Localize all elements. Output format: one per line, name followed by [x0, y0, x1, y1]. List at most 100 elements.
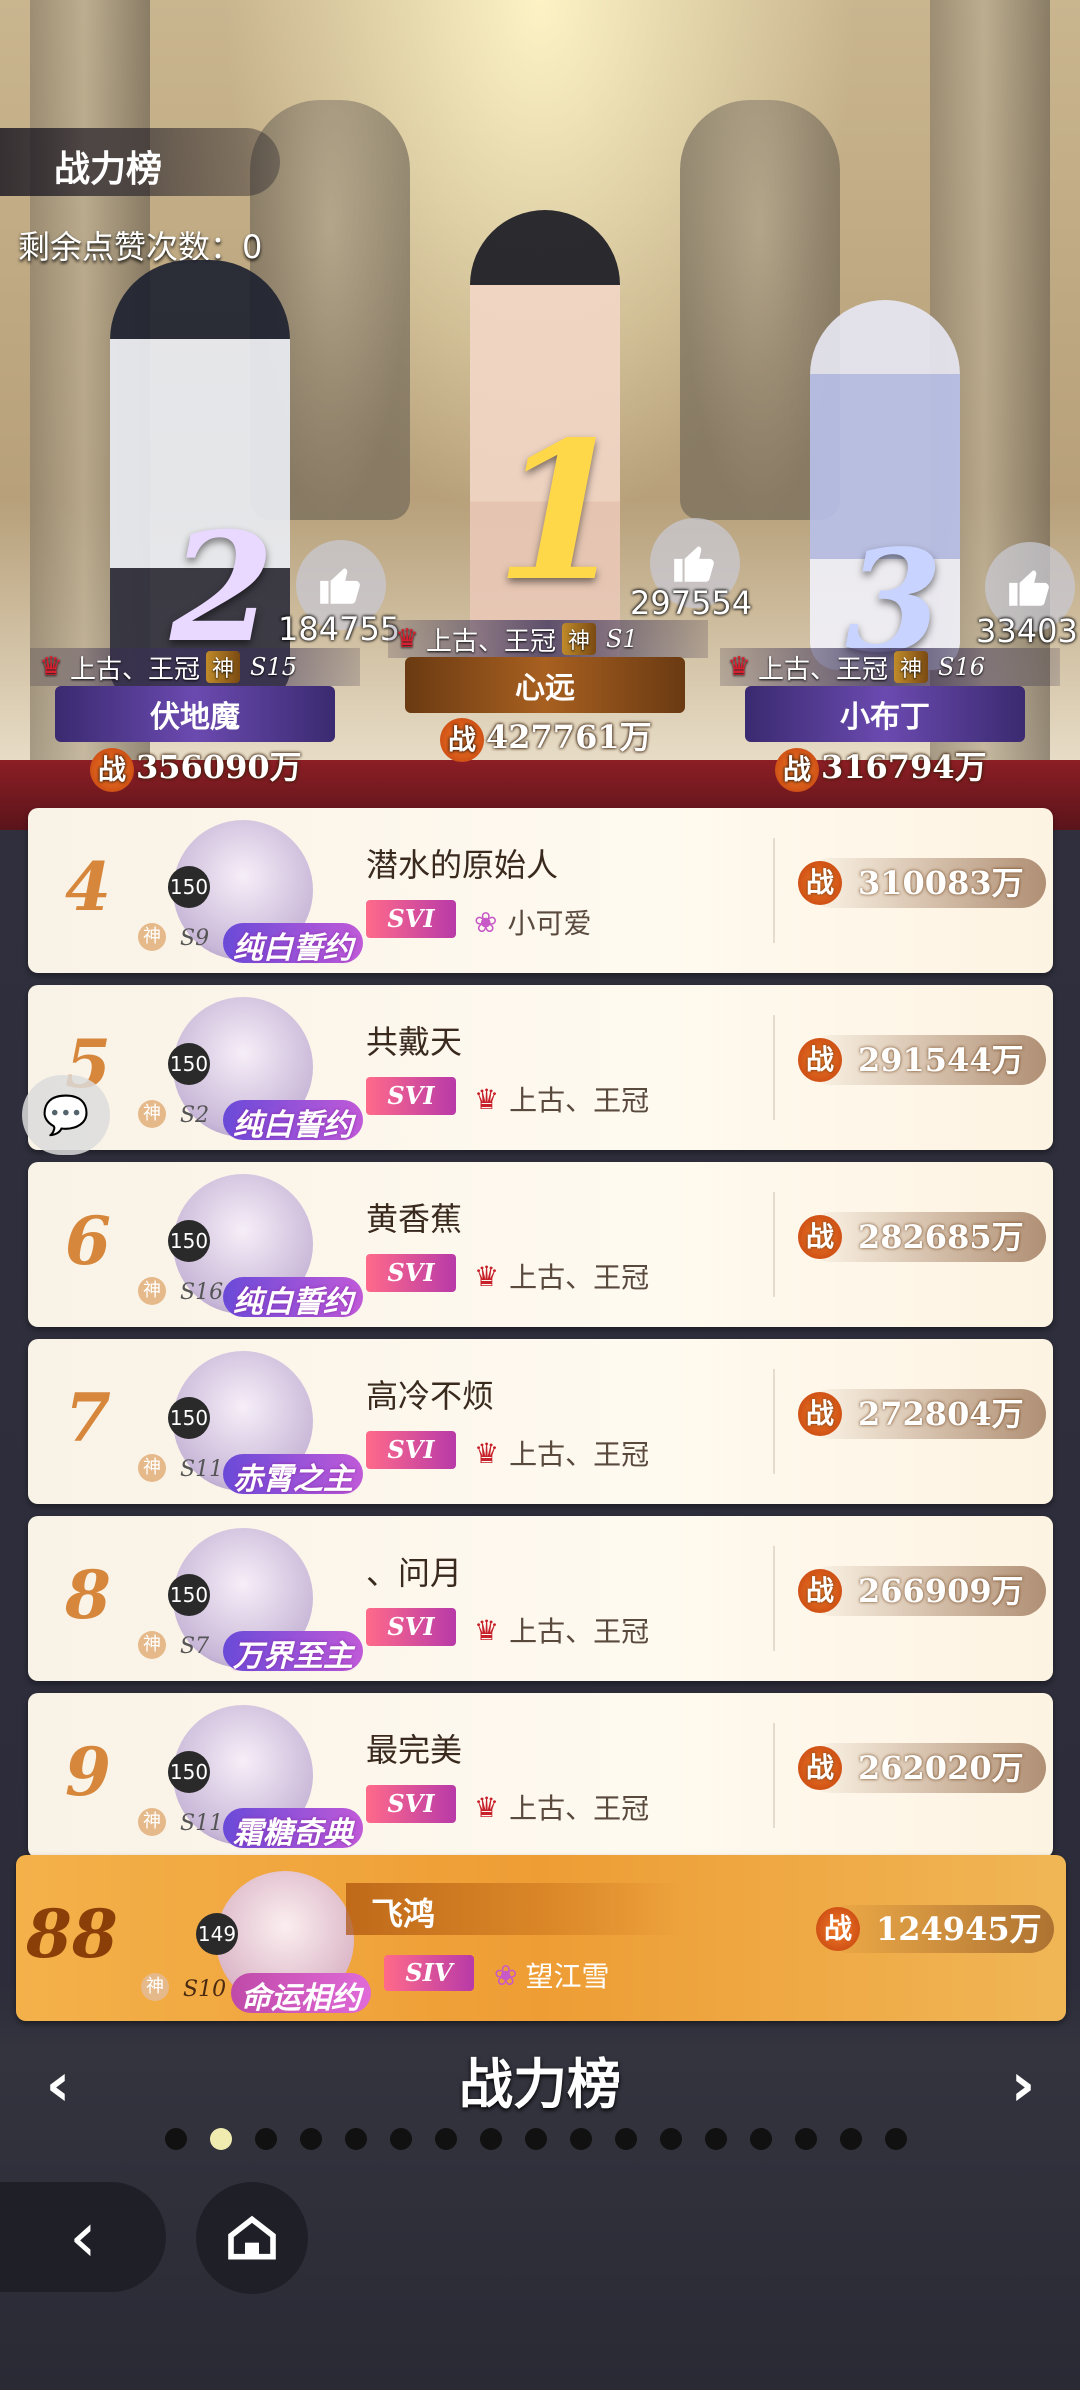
page-dot[interactable] — [435, 2128, 457, 2150]
row-rank: 4 — [65, 848, 111, 926]
back-arrow-icon: ‹ — [69, 2196, 97, 2278]
board-title: 战力榜 — [459, 2053, 621, 2116]
page-dot[interactable] — [840, 2128, 862, 2150]
player-name: 黄香蕉 — [366, 1200, 463, 1238]
player-power: 战 282685万 — [798, 1212, 1046, 1262]
page-dot[interactable] — [660, 2128, 682, 2150]
row-divider — [773, 1192, 775, 1297]
power-value: 310083万 — [858, 864, 1024, 902]
power-badge-icon: 战 — [798, 1569, 842, 1613]
god-tag: 神 — [138, 1631, 166, 1659]
chat-icon: 💬 — [42, 1092, 90, 1137]
god-tag: 神 — [138, 1808, 166, 1836]
guild-name: 上古、王冠 — [758, 654, 889, 685]
power-value: 282685万 — [858, 1218, 1024, 1256]
power-badge-icon: 战 — [798, 861, 842, 905]
chat-bubble-button[interactable]: 💬 — [22, 1075, 110, 1155]
power-value: 124945万 — [876, 1910, 1042, 1948]
page-dot[interactable] — [165, 2128, 187, 2150]
player-power: 战 291544万 — [798, 1035, 1046, 1085]
server-tag: S9 — [180, 926, 210, 951]
page-indicator — [165, 2128, 907, 2150]
vip-badge: SVI — [366, 1608, 456, 1646]
player-guild: ❀ 小可爱 — [474, 902, 591, 942]
name-plate-rank-1[interactable]: 心远 — [405, 657, 685, 713]
name-plate-rank-3[interactable]: 小布丁 — [745, 686, 1025, 742]
guild-name: 上古、王冠 — [509, 1084, 650, 1117]
crown-icon: ♛ — [39, 652, 63, 682]
power-value: 316794万 — [821, 748, 987, 786]
my-power: 战 124945万 — [816, 1905, 1054, 1953]
like-count-rank-2: 184755 — [278, 610, 401, 648]
guild-name: 上古、王冠 — [509, 1438, 650, 1471]
level-badge: 150 — [168, 1574, 210, 1616]
vip-badge: SVI — [366, 1254, 456, 1292]
next-board-button[interactable]: › — [995, 2050, 1051, 2120]
leaderboard-row[interactable]: 4 150 神 S9 纯白誓约 潜水的原始人 SVI ❀ 小可爱 战 310083万 — [28, 808, 1053, 973]
player-guild: ♛ 上古、王冠 — [474, 1256, 649, 1296]
player-guild: ♛ 上古、王冠 — [474, 1433, 649, 1473]
avatar-frame-label: 纯白誓约 — [223, 1277, 363, 1320]
avatar-frame-label: 万界至主 — [223, 1631, 363, 1674]
guild-rank-3: ♛ 上古、王冠 神 S16 — [724, 649, 985, 685]
leaderboard-row[interactable]: 8 150 神 S7 万界至主 、问月 SVI ♛ 上古、王冠 战 266909万 — [28, 1516, 1053, 1681]
name-plate-rank-2[interactable]: 伏地魔 — [55, 686, 335, 742]
row-rank: 7 — [65, 1379, 111, 1457]
row-rank: 9 — [65, 1733, 111, 1811]
player-power: 战 310083万 — [798, 858, 1046, 908]
player-power: 战 272804万 — [798, 1389, 1046, 1439]
player-name: 高冷不烦 — [366, 1377, 495, 1415]
crown-icon: ♛ — [474, 1259, 500, 1293]
page-dot[interactable] — [705, 2128, 727, 2150]
crown-icon: ♛ — [474, 1790, 500, 1824]
row-divider — [773, 1546, 775, 1651]
page-dot[interactable] — [345, 2128, 367, 2150]
guild-name: 小可爱 — [507, 907, 592, 940]
leaderboard-row[interactable]: 9 150 神 S11 霜糖奇典 最完美 SVI ♛ 上古、王冠 战 262020万 — [28, 1693, 1053, 1858]
player-power: 战 266909万 — [798, 1566, 1046, 1616]
row-rank: 8 — [65, 1556, 111, 1634]
row-divider — [773, 1015, 775, 1120]
god-tag: 神 — [894, 651, 929, 683]
level-badge: 150 — [168, 1220, 210, 1262]
page-dot[interactable] — [390, 2128, 412, 2150]
guild-emblem-icon: ❀ — [474, 905, 498, 939]
server-tag: S16 — [938, 653, 986, 681]
guild-name: 上古、王冠 — [70, 654, 201, 685]
leaderboard-row[interactable]: 7 150 神 S11 赤霄之主 高冷不烦 SVI ♛ 上古、王冠 战 272804… — [28, 1339, 1053, 1504]
crown-icon: ♛ — [727, 652, 751, 682]
row-divider — [773, 838, 775, 943]
page-dot[interactable] — [795, 2128, 817, 2150]
my-guild: ❀ 望江雪 — [494, 1955, 609, 1995]
page-dot[interactable] — [570, 2128, 592, 2150]
row-divider — [773, 1369, 775, 1474]
home-icon — [228, 2215, 276, 2260]
guild-name: 望江雪 — [525, 1960, 610, 1993]
home-button[interactable] — [196, 2182, 308, 2294]
page-dot[interactable] — [885, 2128, 907, 2150]
god-tag: 神 — [141, 1973, 169, 2001]
vip-badge: SVI — [366, 1077, 456, 1115]
back-button[interactable]: ‹ — [0, 2182, 166, 2292]
god-tag: 神 — [206, 651, 241, 683]
page-dot[interactable] — [255, 2128, 277, 2150]
leaderboard-row[interactable]: 6 150 神 S16 纯白誓约 黄香蕉 SVI ♛ 上古、王冠 战 282685万 — [28, 1162, 1053, 1327]
page-dot[interactable] — [525, 2128, 547, 2150]
page-dot[interactable] — [210, 2128, 232, 2150]
god-tag: 神 — [138, 923, 166, 951]
leaderboard-row[interactable]: 5 150 神 S2 纯白誓约 共戴天 SVI ♛ 上古、王冠 战 291544万 — [28, 985, 1053, 1150]
level-badge: 150 — [168, 866, 210, 908]
level-badge: 150 — [168, 1397, 210, 1439]
page-dot[interactable] — [615, 2128, 637, 2150]
player-guild: ♛ 上古、王冠 — [474, 1787, 649, 1827]
thumbs-up-icon — [1009, 570, 1049, 606]
my-rank-row[interactable]: 88 149 神 S10 命运相约 飞鸿 SIV ❀ 望江雪 战 124945万 — [16, 1855, 1066, 2021]
god-tag: 神 — [138, 1454, 166, 1482]
power-rank-2: 战 356090万 — [90, 742, 302, 792]
rank-1-numeral: 1 — [495, 400, 628, 623]
power-rank-3: 战 316794万 — [775, 742, 987, 792]
my-rank: 88 — [26, 1895, 118, 1973]
page-dot[interactable] — [750, 2128, 772, 2150]
page-dot[interactable] — [480, 2128, 502, 2150]
page-dot[interactable] — [300, 2128, 322, 2150]
